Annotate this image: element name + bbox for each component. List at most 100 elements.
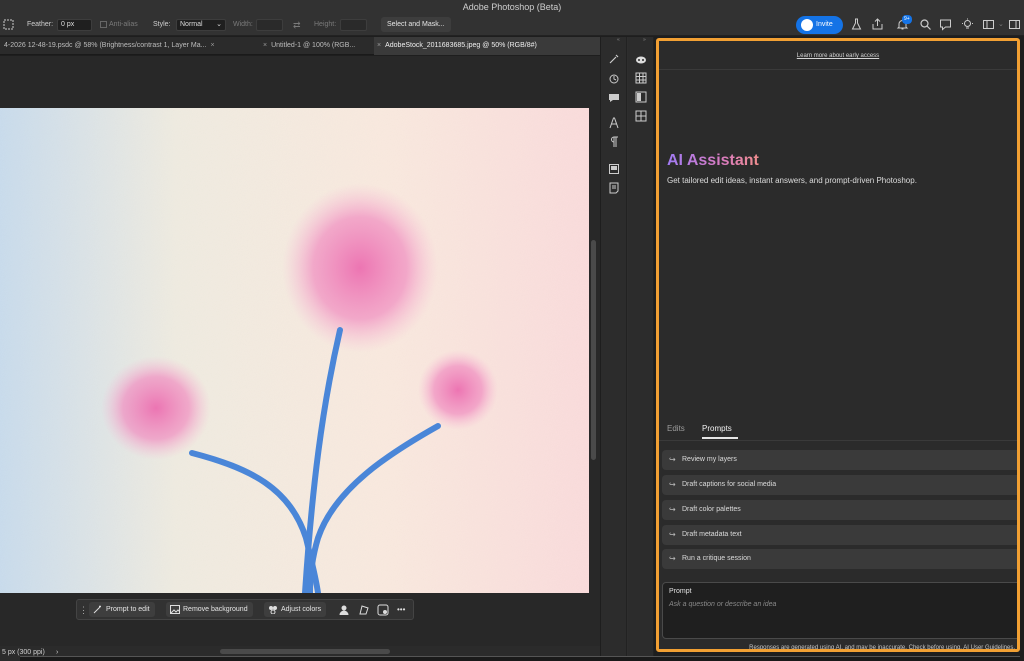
active-tab-indicator [702,437,738,439]
chevron-down-icon: ⌄ [216,21,222,28]
paragraph-icon[interactable] [608,136,620,148]
flower-head-right [418,350,498,430]
adjust-colors-label: Adjust colors [281,606,322,613]
share-icon[interactable] [871,18,884,31]
suggestion-item[interactable]: ↪ Run a critique session [662,549,1017,569]
notification-badge: 9+ [902,15,912,24]
width-input[interactable] [256,19,283,31]
reply-arrow-icon: ↪ [669,505,676,514]
close-icon[interactable]: × [377,42,381,49]
height-input[interactable] [340,19,367,31]
vertical-scrollbar[interactable] [591,240,596,460]
collapse-arrows-icon[interactable]: « [617,37,620,43]
more-options-icon[interactable]: ••• [397,603,405,617]
transform-icon[interactable] [358,604,370,616]
style-select[interactable]: Normal ⌄ [176,19,226,31]
tab-label: AdobeStock_2011683685.jpeg @ 50% (RGB/8#… [385,42,537,49]
history-brush-icon[interactable] [608,53,620,65]
feather-input[interactable]: 0 px [57,19,92,31]
patterns-icon[interactable] [635,110,647,122]
sparkle-wand-icon [93,605,101,614]
panel-column-left [601,37,627,661]
tab-document-active[interactable]: × AdobeStock_2011683685.jpeg @ 50% (RGB/8… [374,37,600,55]
invite-label: Invite [816,21,833,28]
reply-arrow-icon: ↪ [669,530,676,539]
reply-arrow-icon: ↪ [669,554,676,563]
height-label: Height: [314,21,337,28]
workspace-chevron-icon[interactable]: ⌄ [998,19,1004,31]
drag-handle-icon[interactable]: ⋮ [79,603,88,617]
image-icon [170,605,180,614]
flower-head-large [282,183,438,353]
horizontal-scrollbar[interactable] [220,649,390,654]
options-bar: Feather: 0 px Anti-alias Style: Normal ⌄ … [0,14,1024,36]
flask-icon[interactable] [850,18,863,31]
tab-document-2[interactable]: × Untitled-1 @ 100% (RGB... [260,37,373,55]
prompt-to-edit-label: Prompt to edit [106,606,150,613]
antialias-label: Anti-alias [109,21,138,28]
tabs-divider [659,440,1017,441]
prompt-input-box[interactable]: Prompt Ask a question or describe an ide… [662,582,1017,639]
generative-fill-icon[interactable] [377,604,389,616]
reply-arrow-icon: ↪ [669,480,676,489]
suggestion-label: Draft metadata text [682,531,742,538]
select-subject-icon[interactable] [338,604,350,616]
search-icon[interactable] [919,18,932,31]
character-icon[interactable] [608,117,620,129]
learn-more-link[interactable]: Learn more about early access [659,53,1017,59]
panel-subtitle: Get tailored edit ideas, instant answers… [667,176,917,185]
lightbulb-icon[interactable] [961,18,974,31]
suggestion-item[interactable]: ↪ Draft captions for social media [662,475,1017,495]
prompt-label: Prompt [669,588,692,595]
prompt-placeholder[interactable]: Ask a question or describe an idea [669,601,776,608]
libraries-icon[interactable] [608,163,620,175]
tab-edits[interactable]: Edits [667,424,685,433]
swatches-icon[interactable] [635,72,647,84]
color-adjust-icon [269,606,277,614]
gradients-icon[interactable] [635,91,647,103]
flower-illustration [0,108,589,593]
close-icon[interactable]: × [263,42,267,49]
invite-button[interactable]: Invite [796,16,843,34]
reply-arrow-icon: ↪ [669,455,676,464]
style-label: Style: [153,21,171,28]
window-bottom-edge [20,656,1020,661]
feather-label: Feather: [27,21,54,28]
prompt-to-edit-button[interactable]: Prompt to edit [89,602,155,617]
panel-column-right [628,37,654,661]
marquee-tool-icon[interactable] [2,18,15,31]
panel-toggle-icon[interactable] [1008,18,1021,31]
suggestion-item[interactable]: ↪ Draft metadata text [662,525,1017,545]
close-icon[interactable]: × [210,42,214,49]
style-select-value: Normal [180,21,203,28]
workspace-layout-icon[interactable] [982,18,995,31]
document-tab-bar: 4-2026 12-48-19.psdc @ 58% (Brightness/c… [0,37,600,55]
actions-icon[interactable] [608,73,620,85]
suggestion-item[interactable]: ↪ Draft color palettes [662,500,1017,520]
antialias-checkbox[interactable]: Anti-alias [100,19,138,31]
remove-background-button[interactable]: Remove background [166,602,253,617]
comments-icon[interactable] [608,92,620,104]
document-image[interactable] [0,108,589,593]
suggestion-label: Run a critique session [682,555,751,562]
flower-head-left [101,356,211,460]
suggestion-label: Draft color palettes [682,506,741,513]
expand-arrows-icon[interactable]: » [643,37,646,43]
collapsed-panels-dock: « » [601,37,654,661]
suggestion-label: Draft captions for social media [682,481,777,488]
chat-icon[interactable] [939,18,952,31]
tab-prompts[interactable]: Prompts [702,424,732,433]
adjust-colors-button[interactable]: Adjust colors [264,602,327,617]
window-title: Adobe Photoshop (Beta) [0,0,1024,14]
width-label: Width: [233,21,253,28]
ai-assistant-icon[interactable] [635,53,647,65]
suggestion-label: Review my layers [682,456,737,463]
panel-title: AI Assistant [667,152,759,169]
suggestion-item[interactable]: ↪ Review my layers [662,450,1017,470]
notes-icon[interactable] [608,182,620,194]
swap-icon[interactable]: ⇄ [293,19,301,31]
remove-background-label: Remove background [183,606,248,613]
tab-document-1[interactable]: 4-2026 12-48-19.psdc @ 58% (Brightness/c… [0,37,258,55]
tab-label: Untitled-1 @ 100% (RGB... [271,42,356,49]
select-and-mask-button[interactable]: Select and Mask... [381,17,451,32]
